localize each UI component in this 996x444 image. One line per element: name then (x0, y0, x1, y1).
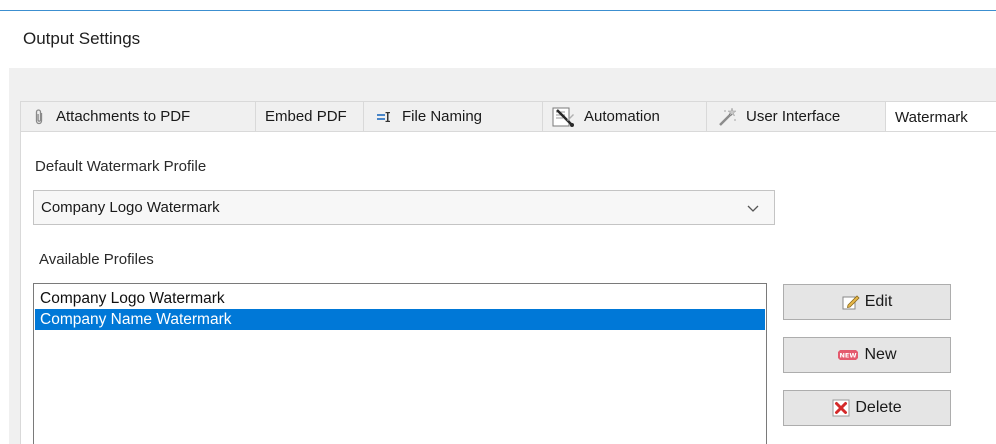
tab-label: User Interface (746, 108, 841, 125)
tab-embed-pdf[interactable]: Embed PDF (255, 101, 364, 132)
list-item[interactable]: Company Logo Watermark (35, 288, 765, 309)
window-title: Output Settings (23, 29, 141, 48)
edit-button[interactable]: Edit (783, 284, 951, 320)
tab-attachments-to-pdf[interactable]: Attachments to PDF (20, 101, 256, 132)
tab-label: Watermark (895, 108, 968, 126)
available-profiles-label: Available Profiles (39, 251, 154, 268)
delete-x-icon (832, 399, 850, 417)
paperclip-icon (30, 108, 48, 126)
tab-strip: Attachments to PDF Embed PDF File Naming (9, 101, 996, 133)
magic-wand-icon (716, 106, 738, 128)
chevron-down-icon (746, 202, 760, 214)
tab-label: Attachments to PDF (56, 108, 191, 125)
automation-icon (552, 106, 576, 128)
tab-watermark[interactable]: Watermark (885, 101, 996, 133)
delete-button-label: Delete (855, 399, 902, 416)
tab-automation[interactable]: Automation (542, 101, 707, 132)
new-button-label: New (864, 346, 897, 363)
default-watermark-profile-label: Default Watermark Profile (35, 158, 207, 175)
edit-pencil-icon (842, 294, 860, 310)
select-value: Company Logo Watermark (41, 199, 220, 216)
file-naming-icon (376, 108, 394, 126)
tab-label: Embed PDF (265, 108, 347, 125)
default-watermark-profile-select[interactable]: Company Logo Watermark (33, 190, 775, 225)
tab-label: File Naming (402, 108, 483, 125)
window-top-border (0, 10, 996, 11)
list-item-selected[interactable]: Company Name Watermark (35, 309, 765, 330)
available-profiles-list[interactable]: Company Logo Watermark Company Name Wate… (33, 283, 767, 444)
tab-file-naming[interactable]: File Naming (363, 101, 543, 132)
delete-button[interactable]: Delete (783, 390, 951, 426)
svg-text:NEW: NEW (840, 352, 857, 360)
edit-button-label: Edit (864, 293, 893, 310)
new-button[interactable]: NEW New (783, 337, 951, 373)
tab-user-interface[interactable]: User Interface (706, 101, 886, 132)
tab-label: Automation (584, 108, 660, 125)
new-badge-icon: NEW (837, 349, 859, 361)
